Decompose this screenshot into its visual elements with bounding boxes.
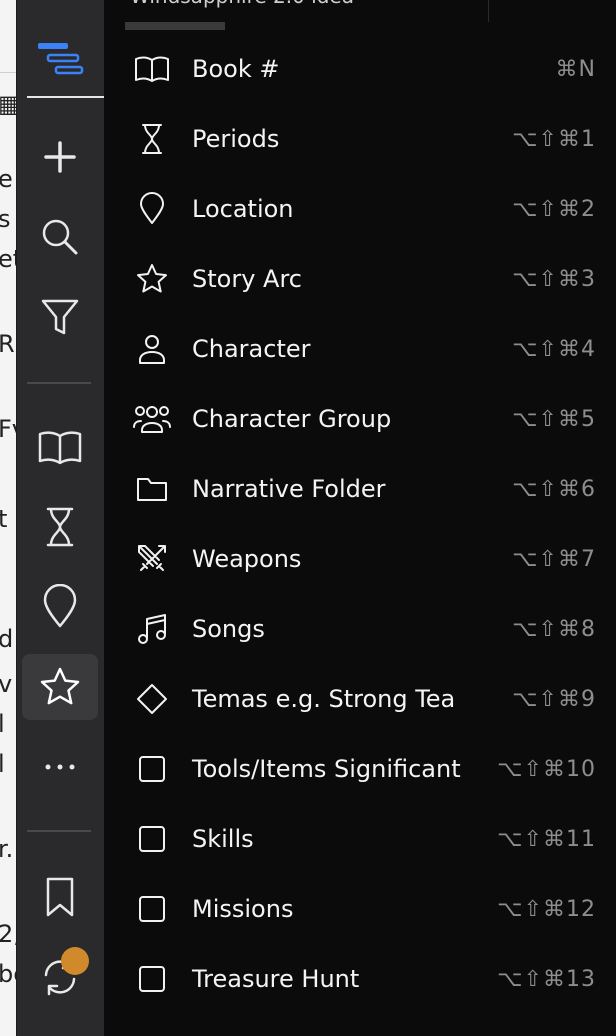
- menu-item-character-group[interactable]: Character Group ⌥⇧⌘5: [104, 384, 616, 454]
- menu-item-label: Tools/Items Significant: [192, 755, 461, 783]
- menu-item-label: Character Group: [192, 405, 392, 433]
- menu-item-label: Weapons: [192, 545, 302, 573]
- location-pin-icon[interactable]: [22, 574, 98, 640]
- new-item-menu: Windsapphire 2.0 idea Book # ⌘N Periods …: [104, 0, 616, 1036]
- menu-item-label: Temas e.g. Strong Tea: [192, 685, 456, 713]
- location-pin-icon: [132, 189, 172, 229]
- filter-icon[interactable]: [22, 284, 98, 350]
- open-book-icon: [132, 49, 172, 89]
- notification-badge: [61, 947, 89, 975]
- music-note-icon: [132, 609, 172, 649]
- menu-item-shortcut: ⌥⇧⌘6: [512, 476, 596, 502]
- menu-item-label: Skills: [192, 825, 254, 853]
- menu-item-label: Songs: [192, 615, 265, 643]
- menu-item-label: Treasure Hunt: [192, 965, 360, 993]
- star-icon[interactable]: [22, 654, 98, 720]
- square-icon: [132, 959, 172, 999]
- menu-item-partial[interactable]: [104, 1014, 616, 1036]
- people-group-icon: [132, 399, 172, 439]
- menu-header-title: Windsapphire 2.0 idea: [130, 0, 354, 8]
- toolbar-divider: [27, 382, 91, 384]
- menu-item-label: Missions: [192, 895, 294, 923]
- left-toolbar: [16, 0, 105, 1036]
- menu-item-shortcut: ⌥⇧⌘3: [512, 266, 596, 292]
- menu-item-shortcut: ⌥⇧⌘12: [497, 896, 596, 922]
- book-icon[interactable]: [22, 414, 98, 480]
- menu-item-shortcut: ⌥⇧⌘2: [512, 196, 596, 222]
- folder-icon: [132, 469, 172, 509]
- star-icon: [132, 259, 172, 299]
- square-icon: [132, 749, 172, 789]
- menu-item-shortcut: ⌥⇧⌘10: [497, 756, 596, 782]
- menu-item-tools-items[interactable]: Tools/Items Significant ⌥⇧⌘10: [104, 734, 616, 804]
- menu-item-book[interactable]: Book # ⌘N: [104, 34, 616, 104]
- menu-item-shortcut: ⌥⇧⌘8: [512, 616, 596, 642]
- menu-item-temas[interactable]: Temas e.g. Strong Tea ⌥⇧⌘9: [104, 664, 616, 734]
- bookmark-icon[interactable]: [22, 864, 98, 930]
- add-icon[interactable]: [22, 124, 98, 190]
- menu-item-shortcut: ⌥⇧⌘4: [512, 336, 596, 362]
- menu-item-periods[interactable]: Periods ⌥⇧⌘1: [104, 104, 616, 174]
- search-icon[interactable]: [22, 204, 98, 270]
- menu-item-label: Book #: [192, 55, 280, 83]
- menu-item-label: Periods: [192, 125, 280, 153]
- hourglass-icon: [132, 119, 172, 159]
- menu-item-label: Narrative Folder: [192, 475, 386, 503]
- person-icon: [132, 329, 172, 369]
- menu-item-label: Location: [192, 195, 294, 223]
- menu-item-shortcut: ⌥⇧⌘11: [497, 826, 596, 852]
- menu-header-underline: [125, 22, 225, 30]
- menu-item-narrative-folder[interactable]: Narrative Folder ⌥⇧⌘6: [104, 454, 616, 524]
- square-icon: [132, 819, 172, 859]
- active-logo-underline: [27, 96, 105, 98]
- menu-item-shortcut: ⌥⇧⌘5: [512, 406, 596, 432]
- menu-item-skills[interactable]: Skills ⌥⇧⌘11: [104, 804, 616, 874]
- menu-item-shortcut: ⌥⇧⌘13: [497, 966, 596, 992]
- diamond-icon: [132, 679, 172, 719]
- menu-item-story-arc[interactable]: Story Arc ⌥⇧⌘3: [104, 244, 616, 314]
- more-icon[interactable]: [22, 734, 98, 800]
- toolbar-divider: [27, 830, 91, 832]
- menu-item-shortcut: ⌘N: [555, 56, 596, 82]
- menu-item-label: Character: [192, 335, 311, 363]
- menu-item-weapons[interactable]: Weapons ⌥⇧⌘7: [104, 524, 616, 594]
- crossed-swords-icon: [132, 539, 172, 579]
- menu-item-location[interactable]: Location ⌥⇧⌘2: [104, 174, 616, 244]
- menu-item-songs[interactable]: Songs ⌥⇧⌘8: [104, 594, 616, 664]
- hourglass-icon[interactable]: [22, 494, 98, 560]
- timeline-logo-icon[interactable]: [22, 26, 98, 92]
- square-icon: [132, 889, 172, 929]
- menu-header-divider: [488, 0, 489, 22]
- menu-item-shortcut: ⌥⇧⌘1: [512, 126, 596, 152]
- menu-item-missions[interactable]: Missions ⌥⇧⌘12: [104, 874, 616, 944]
- menu-item-shortcut: ⌥⇧⌘7: [512, 546, 596, 572]
- menu-item-treasure-hunt[interactable]: Treasure Hunt ⌥⇧⌘13: [104, 944, 616, 1014]
- menu-item-character[interactable]: Character ⌥⇧⌘4: [104, 314, 616, 384]
- square-icon: [132, 1029, 172, 1036]
- menu-item-shortcut: ⌥⇧⌘9: [512, 686, 596, 712]
- menu-item-label: Story Arc: [192, 265, 302, 293]
